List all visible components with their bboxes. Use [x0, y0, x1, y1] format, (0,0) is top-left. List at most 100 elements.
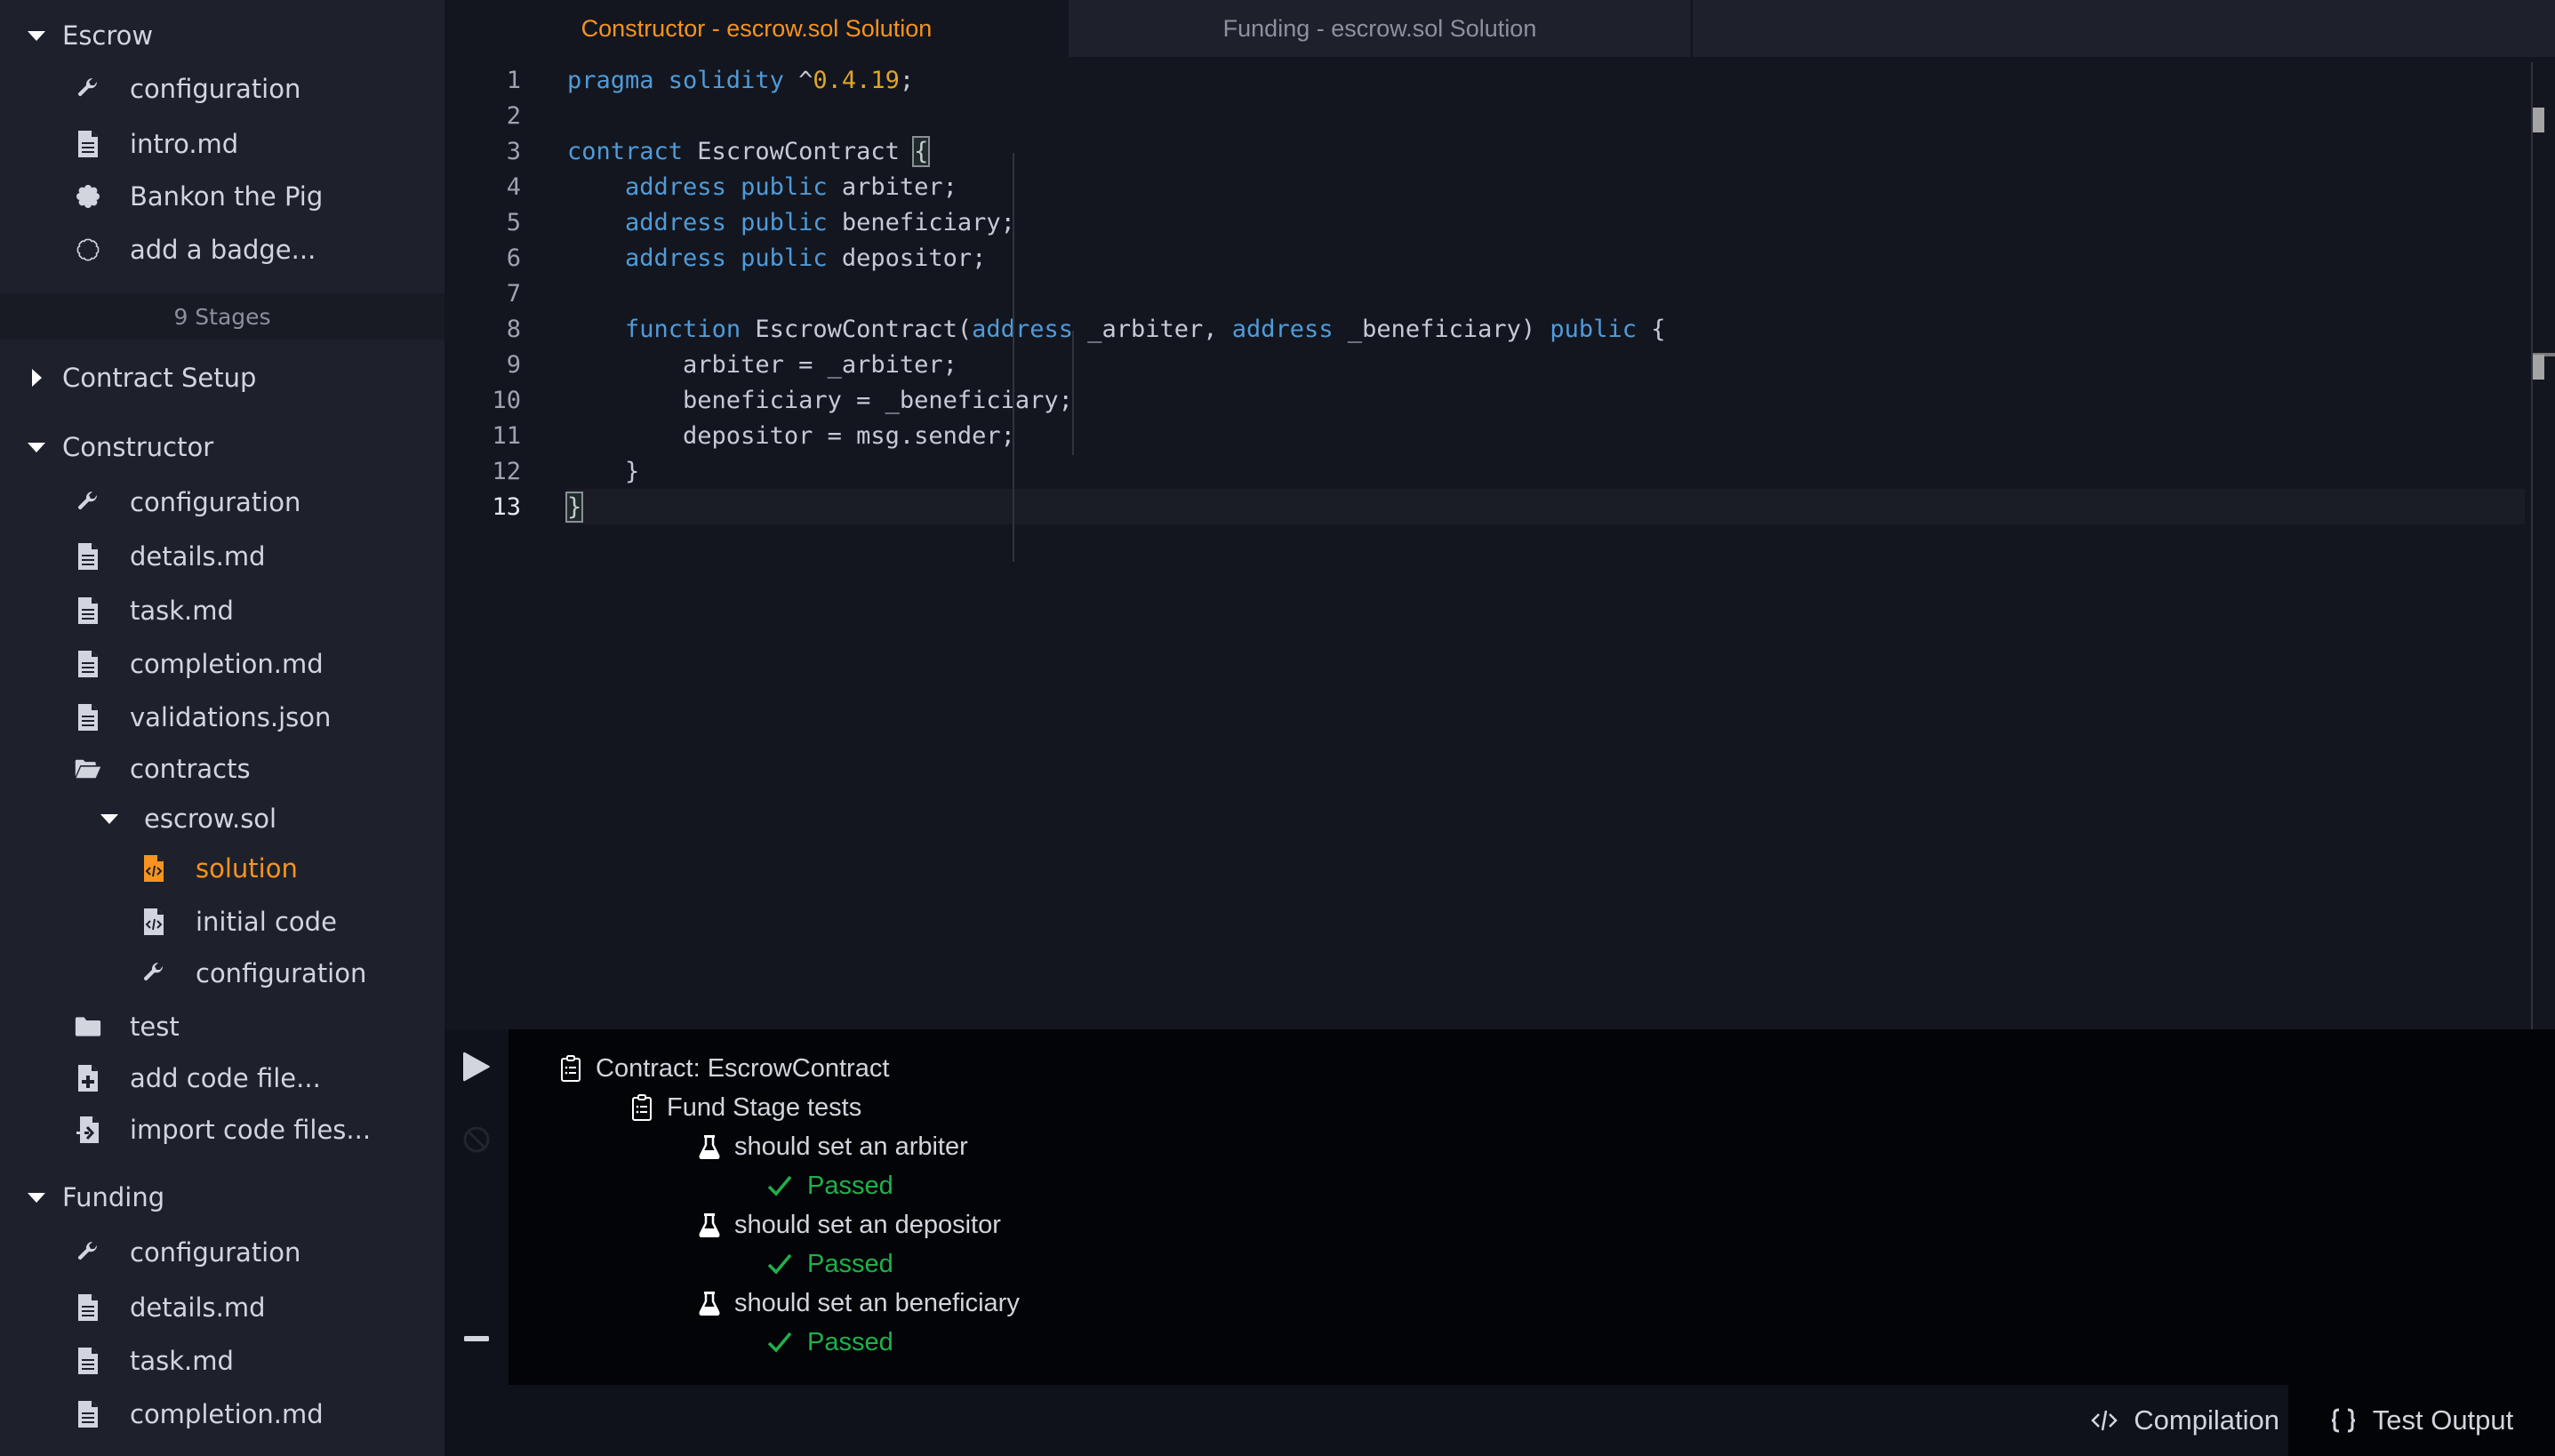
tab-label: Test Output	[2372, 1404, 2514, 1436]
keyword-token: address public	[625, 208, 828, 236]
line-number: 10	[492, 386, 521, 414]
number-token: 0.4.19	[813, 66, 900, 94]
matched-bracket: {	[912, 135, 931, 167]
item-label: configuration	[130, 74, 301, 104]
stage-funding[interactable]: Funding	[0, 1172, 164, 1222]
code-line[interactable]: 8 function EscrowContract(address _arbit…	[445, 311, 2525, 347]
code-text: address public beneficiary;	[567, 204, 2525, 240]
sidebar-item-test[interactable]: test	[75, 1002, 180, 1052]
line-number: 9	[506, 350, 521, 379]
minimize-panel-button[interactable]	[457, 1330, 496, 1348]
line-number: 6	[506, 244, 521, 272]
sidebar: Escrow 9 Stages configuration intro.md Ban…	[0, 0, 445, 1456]
wrench-icon	[75, 75, 101, 103]
code-token: beneficiary;	[827, 208, 1015, 236]
code-line[interactable]: 4 address public arbiter;	[445, 169, 2525, 204]
output-tab-bar: Compilation Test Output	[445, 1385, 2555, 1456]
code-line[interactable]: 11 depositor = msg.sender;	[445, 418, 2525, 453]
code-line[interactable]: 3 contract EscrowContract {	[445, 133, 2525, 169]
tab-funding-solution[interactable]: Funding - escrow.sol Solution	[1069, 0, 1693, 57]
code-line[interactable]: 12 }	[445, 453, 2525, 489]
sidebar-item-completion-md[interactable]: completion.md	[75, 639, 324, 689]
stage-title: Contract Setup	[62, 363, 257, 393]
sidebar-item-bankon-the-pig[interactable]: Bankon the Pig	[75, 172, 323, 221]
tab-constructor-solution[interactable]: Constructor - escrow.sol Solution	[445, 0, 1069, 57]
tab-test-output[interactable]: Test Output	[2288, 1385, 2555, 1456]
sidebar-item-escrow-sol[interactable]: escrow.sol	[96, 794, 276, 844]
sidebar-item-add-a-badge[interactable]: add a badge...	[75, 225, 316, 275]
keyword-token: address	[1231, 315, 1334, 343]
sidebar-item-contracts[interactable]: contracts	[75, 744, 251, 794]
check-icon	[766, 1174, 793, 1197]
item-label: details.md	[130, 541, 266, 572]
sidebar-item-intro-md[interactable]: intro.md	[75, 119, 238, 169]
sidebar-item-task-md[interactable]: task.md	[75, 1336, 234, 1386]
test-status: Passed	[766, 1244, 893, 1284]
keyword-token: contract	[567, 137, 684, 165]
item-label: task.md	[130, 1346, 234, 1376]
sidebar-item-details-md[interactable]: details.md	[75, 532, 266, 581]
sidebar-item-configuration[interactable]: configuration	[75, 64, 300, 114]
sidebar-item-initial-code[interactable]: initial code	[140, 897, 337, 947]
test-suite: Contract: EscrowContract	[560, 1049, 889, 1088]
badge-filled-icon	[75, 182, 101, 211]
code-token: arbiter;	[827, 172, 957, 201]
play-icon	[463, 1052, 490, 1082]
tab-compilation[interactable]: Compilation	[2045, 1385, 2288, 1456]
item-label: add code file...	[130, 1063, 321, 1093]
code-text: beneficiary = _beneficiary;	[567, 382, 2525, 418]
folder-open-icon	[75, 755, 101, 783]
sidebar-item-validations-json[interactable]: validations.json	[75, 692, 331, 742]
stage-constructor[interactable]: Constructor	[0, 422, 213, 472]
code-text: pragma solidity ^ 0.4.19;	[567, 62, 2525, 98]
code-token: depositor;	[827, 244, 987, 272]
item-label: intro.md	[130, 129, 239, 159]
code-line[interactable]: 1 pragma solidity ^ 0.4.19;	[445, 62, 2525, 98]
braces-icon	[2330, 1407, 2357, 1434]
stage-contract-setup[interactable]: Contract Setup	[0, 353, 256, 403]
stop-tests-button[interactable]	[457, 1120, 496, 1159]
code-text: address public depositor;	[567, 240, 2525, 276]
tab-label: Constructor - escrow.sol Solution	[581, 14, 933, 42]
editor-scrollbar[interactable]	[2531, 62, 2533, 1029]
code-line[interactable]: 9 arbiter = _arbiter;	[445, 347, 2525, 382]
file-text-icon	[75, 703, 101, 732]
caret-down-icon[interactable]	[0, 442, 62, 452]
code-line[interactable]: 2	[445, 98, 2525, 133]
code-line[interactable]: 13}	[445, 489, 2525, 524]
test-suite: Fund Stage tests	[631, 1088, 861, 1127]
code-editor[interactable]: 1 pragma solidity ^ 0.4.19; 2 3 contract Escr…	[445, 57, 2555, 1029]
stage-escrow[interactable]: Escrow	[0, 11, 153, 60]
flask-icon	[699, 1134, 720, 1159]
caret-down-icon[interactable]	[0, 1192, 62, 1203]
code-line[interactable]: 6 address public depositor;	[445, 240, 2525, 276]
file-text-icon	[75, 130, 101, 158]
wrench-icon	[75, 1238, 101, 1267]
tab-label: Funding - escrow.sol Solution	[1222, 14, 1537, 42]
run-tests-button[interactable]	[457, 1047, 496, 1086]
code-text: }	[565, 489, 2525, 524]
stages-count: 9 Stages	[0, 293, 445, 340]
caret-down-icon[interactable]	[0, 30, 62, 41]
sidebar-item-task-md[interactable]: task.md	[75, 586, 234, 636]
item-label: Bankon the Pig	[130, 181, 324, 212]
sidebar-item-completion-md[interactable]: completion.md	[75, 1389, 324, 1439]
sidebar-item-configuration[interactable]: configuration	[75, 477, 300, 527]
sidebar-item-configuration[interactable]: configuration	[140, 948, 366, 998]
sidebar-item-add-code-file[interactable]: add code file...	[75, 1053, 321, 1103]
code-line[interactable]: 10 beneficiary = _beneficiary;	[445, 382, 2525, 418]
sidebar-item-details-md[interactable]: details.md	[75, 1283, 266, 1332]
keyword-token: address public	[625, 244, 828, 272]
code-line[interactable]: 5 address public beneficiary;	[445, 204, 2525, 240]
code-token: _arbiter,	[1072, 315, 1232, 343]
code-text: }	[567, 453, 2525, 489]
indent-guide	[1013, 153, 1014, 562]
sidebar-item-configuration[interactable]: configuration	[75, 1228, 300, 1277]
sidebar-item-import-code-files[interactable]: import code files...	[75, 1105, 371, 1155]
code-line[interactable]: 7	[445, 276, 2525, 311]
sidebar-item-solution[interactable]: solution	[140, 844, 298, 893]
caret-right-icon[interactable]	[0, 369, 62, 387]
